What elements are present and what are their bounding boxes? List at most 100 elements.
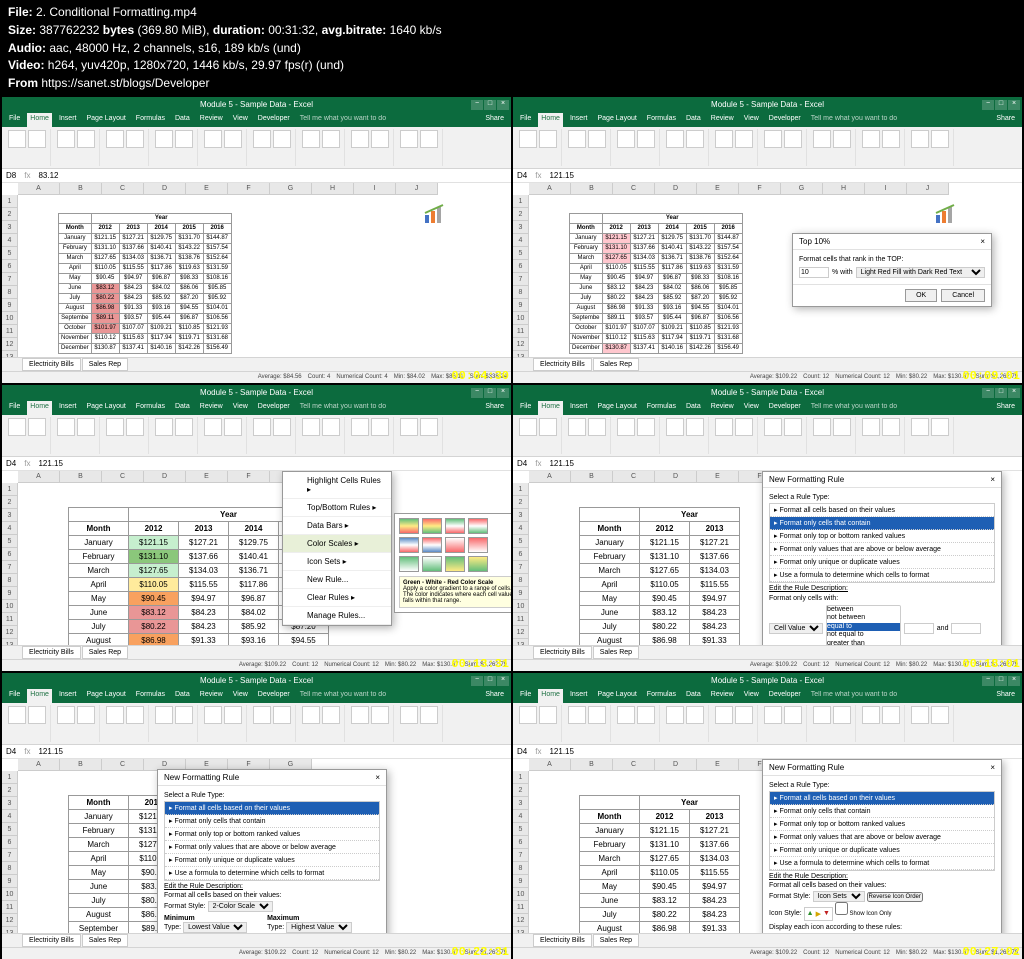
- tab-page-layout[interactable]: Page Layout: [83, 689, 128, 703]
- ribbon-button[interactable]: [568, 130, 586, 148]
- ribbon-button[interactable]: [155, 706, 173, 724]
- ribbon-button[interactable]: [8, 418, 26, 436]
- format-style-select[interactable]: Icon Sets: [813, 891, 865, 902]
- cell[interactable]: $129.75: [229, 535, 279, 549]
- ribbon-button[interactable]: [28, 706, 46, 724]
- row-header[interactable]: 5: [513, 535, 528, 548]
- cell[interactable]: $129.75: [658, 233, 686, 243]
- ribbon-button[interactable]: [539, 418, 557, 436]
- row-header[interactable]: 11: [513, 613, 528, 626]
- max-icon[interactable]: □: [484, 100, 496, 110]
- ribbon-button[interactable]: [126, 706, 144, 724]
- cell[interactable]: $84.23: [119, 283, 147, 293]
- close-icon[interactable]: ×: [497, 676, 509, 686]
- cell[interactable]: $131.10: [640, 549, 690, 563]
- cell[interactable]: $80.22: [640, 619, 690, 633]
- ribbon-button[interactable]: [273, 706, 291, 724]
- ribbon-button[interactable]: [204, 130, 222, 148]
- cell[interactable]: May: [59, 273, 92, 283]
- rule-type-option[interactable]: ▸ Format all cells based on their values: [770, 792, 994, 805]
- cell[interactable]: $130.87: [91, 343, 119, 353]
- tab-share[interactable]: Share: [482, 401, 507, 415]
- cell[interactable]: $107.07: [119, 323, 147, 333]
- col-header[interactable]: A: [18, 759, 60, 770]
- tab-review[interactable]: Review: [197, 689, 226, 703]
- cell[interactable]: $127.65: [91, 253, 119, 263]
- ribbon-button[interactable]: [519, 418, 537, 436]
- cell[interactable]: $90.45: [91, 273, 119, 283]
- ribbon-button[interactable]: [588, 130, 606, 148]
- cell[interactable]: $143.22: [686, 243, 714, 253]
- close-icon[interactable]: ×: [1008, 100, 1020, 110]
- sheet-area[interactable]: ABCDEFG12345678910111213141516 Year Mont…: [513, 471, 1022, 645]
- cell[interactable]: $95.44: [658, 313, 686, 323]
- cell[interactable]: $106.56: [714, 313, 742, 323]
- cell[interactable]: $127.65: [640, 563, 690, 577]
- tab-home[interactable]: Home: [538, 689, 563, 703]
- tab-file[interactable]: File: [517, 113, 534, 127]
- cell[interactable]: $94.55: [279, 633, 329, 645]
- tab-formulas[interactable]: Formulas: [644, 401, 679, 415]
- col-header[interactable]: I: [354, 183, 396, 194]
- row-header[interactable]: 4: [513, 234, 528, 247]
- ribbon-button[interactable]: [637, 706, 655, 724]
- tab-developer[interactable]: Developer: [255, 689, 293, 703]
- tab-tell-me[interactable]: Tell me what you want to do: [297, 113, 389, 127]
- cell[interactable]: August: [580, 633, 640, 645]
- ribbon-button[interactable]: [400, 706, 418, 724]
- tab-data[interactable]: Data: [683, 401, 704, 415]
- cell[interactable]: $121.93: [714, 323, 742, 333]
- cell[interactable]: $131.59: [203, 263, 231, 273]
- cell[interactable]: $80.22: [91, 293, 119, 303]
- formula-input[interactable]: 121.15: [38, 459, 62, 468]
- cell[interactable]: $121.15: [640, 535, 690, 549]
- ribbon-button[interactable]: [882, 418, 900, 436]
- cell[interactable]: $86.98: [91, 303, 119, 313]
- ribbon-button[interactable]: [77, 418, 95, 436]
- cell[interactable]: $85.92: [658, 293, 686, 303]
- cell[interactable]: April: [580, 865, 640, 879]
- sheet-tab[interactable]: Sales Rep: [593, 646, 639, 659]
- ribbon-button[interactable]: [204, 418, 222, 436]
- color-scale-option[interactable]: [445, 518, 465, 534]
- sheet-area[interactable]: ABCDEFG12345678910111213141516 Year Mont…: [2, 471, 511, 645]
- color-scale-option[interactable]: [468, 537, 488, 553]
- cell[interactable]: $134.03: [690, 851, 740, 865]
- row-header[interactable]: 12: [2, 914, 17, 927]
- ribbon-button[interactable]: [106, 130, 124, 148]
- tab-insert[interactable]: Insert: [567, 113, 591, 127]
- cell[interactable]: $93.16: [658, 303, 686, 313]
- tab-page-layout[interactable]: Page Layout: [594, 113, 639, 127]
- cell[interactable]: $119.63: [686, 263, 714, 273]
- row-header[interactable]: 2: [2, 208, 17, 221]
- cell[interactable]: $87.20: [686, 293, 714, 303]
- col-header[interactable]: E: [186, 471, 228, 482]
- cell[interactable]: $115.63: [119, 333, 147, 343]
- cell[interactable]: $136.71: [229, 563, 279, 577]
- cell[interactable]: $136.71: [147, 253, 175, 263]
- cell[interactable]: $84.23: [630, 283, 658, 293]
- cell[interactable]: $91.33: [119, 303, 147, 313]
- cell[interactable]: $110.12: [602, 333, 630, 343]
- row-header[interactable]: 8: [2, 574, 17, 587]
- row-header[interactable]: 1: [513, 483, 528, 496]
- cell[interactable]: $121.15: [91, 233, 119, 243]
- row-header[interactable]: 13: [513, 639, 528, 645]
- tab-formulas[interactable]: Formulas: [644, 113, 679, 127]
- col-header[interactable]: J: [396, 183, 438, 194]
- cell[interactable]: $127.65: [640, 851, 690, 865]
- col-header[interactable]: A: [529, 471, 571, 482]
- cell[interactable]: $134.03: [690, 563, 740, 577]
- row-header[interactable]: 1: [2, 771, 17, 784]
- row-header[interactable]: 7: [513, 273, 528, 286]
- cell[interactable]: $136.71: [658, 253, 686, 263]
- cell[interactable]: $143.22: [175, 243, 203, 253]
- cell[interactable]: February: [69, 823, 129, 837]
- tab-home[interactable]: Home: [27, 401, 52, 415]
- row-header[interactable]: 12: [2, 338, 17, 351]
- cell[interactable]: $142.26: [686, 343, 714, 353]
- ribbon-button[interactable]: [28, 130, 46, 148]
- cell[interactable]: $98.33: [686, 273, 714, 283]
- row-header[interactable]: 9: [513, 587, 528, 600]
- row-header[interactable]: 3: [2, 221, 17, 234]
